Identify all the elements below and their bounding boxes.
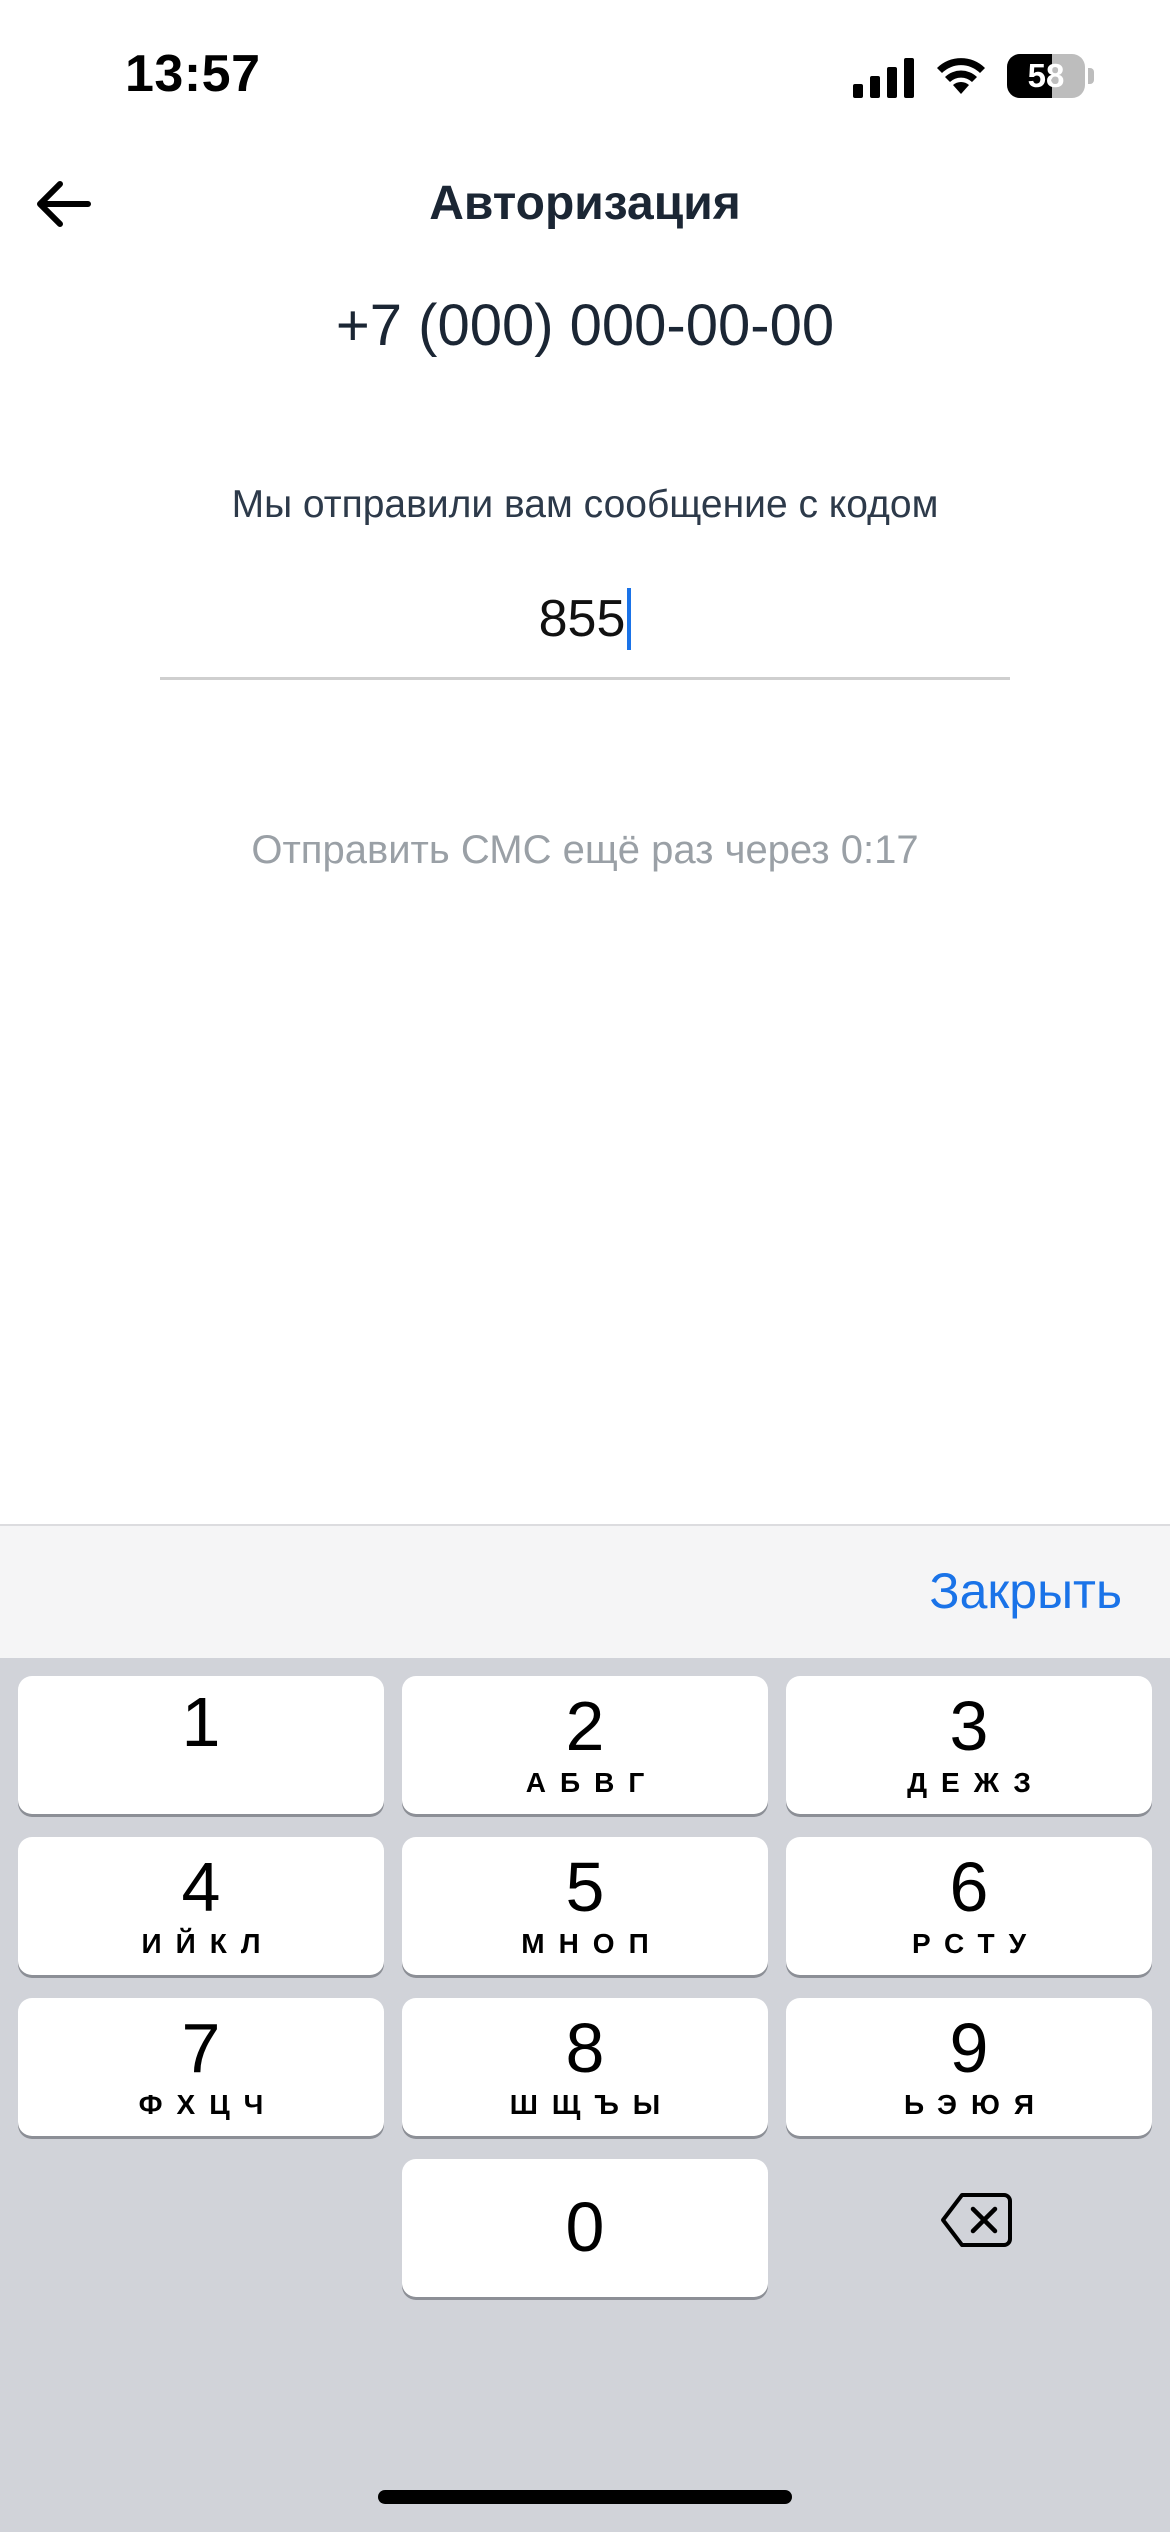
key-3[interactable]: 3 ДЕЖЗ	[786, 1676, 1152, 1814]
key-digit: 6	[949, 1848, 989, 1926]
key-digit: 3	[949, 1687, 989, 1765]
key-letters: ШЩЪЫ	[509, 2089, 675, 2120]
phone-number: +7 (000) 000-00-00	[335, 293, 835, 358]
key-digit: 4	[181, 1848, 221, 1926]
key-digit: 8	[565, 2009, 605, 2087]
key-digit: 1	[181, 1683, 221, 1761]
keyboard-accessory-bar: Закрыть	[0, 1524, 1170, 1658]
cellular-signal-icon	[853, 58, 914, 98]
key-5[interactable]: 5 МНОП	[402, 1837, 768, 1975]
status-time: 13:57	[125, 45, 261, 103]
key-4[interactable]: 4 ИЙКЛ	[18, 1837, 384, 1975]
delete-key[interactable]	[876, 2150, 1076, 2290]
backspace-icon	[941, 2193, 1012, 2247]
key-digit: 2	[565, 1687, 605, 1765]
key-letters: МНОП	[521, 1928, 663, 1959]
key-letters: АБВГ	[525, 1767, 659, 1798]
wifi-icon	[937, 58, 985, 94]
battery-percent: 58	[1027, 57, 1065, 94]
key-digit: 7	[181, 2009, 221, 2087]
sms-code-value: 855	[538, 590, 626, 648]
key-letters: ЬЭЮЯ	[904, 2089, 1048, 2120]
home-indicator	[378, 2490, 792, 2504]
key-digit: 9	[949, 2009, 989, 2087]
key-letters: ИЙКЛ	[141, 1928, 275, 1959]
sms-code-input[interactable]: 855	[160, 570, 1010, 680]
key-0[interactable]: 0	[402, 2159, 768, 2297]
resend-sms-timer: Отправить СМС ещё раз через 0:17	[251, 828, 919, 872]
key-8[interactable]: 8 ШЩЪЫ	[402, 1998, 768, 2136]
status-bar: 13:57 58	[0, 0, 1170, 150]
text-caret	[627, 588, 632, 650]
page-title: Авторизация	[429, 177, 741, 230]
key-letters: ФХЦЧ	[138, 2089, 278, 2120]
authorization-screen: 13:57 58 Авторизация +7 (000) 000-00-00 …	[0, 0, 1170, 2532]
key-digit: 0	[565, 2188, 605, 2266]
key-1[interactable]: 1	[18, 1676, 384, 1814]
battery-icon: 58	[1007, 54, 1094, 98]
key-letters: РСТУ	[911, 1928, 1041, 1959]
key-digit: 5	[565, 1848, 605, 1926]
key-9[interactable]: 9 ЬЭЮЯ	[786, 1998, 1152, 2136]
key-letters: ДЕЖЗ	[907, 1767, 1045, 1798]
key-7[interactable]: 7 ФХЦЧ	[18, 1998, 384, 2136]
key-6[interactable]: 6 РСТУ	[786, 1837, 1152, 1975]
key-2[interactable]: 2 АБВГ	[402, 1676, 768, 1814]
close-keyboard-button[interactable]: Закрыть	[929, 1562, 1122, 1620]
code-sent-message: Мы отправили вам сообщение с кодом	[231, 483, 939, 526]
